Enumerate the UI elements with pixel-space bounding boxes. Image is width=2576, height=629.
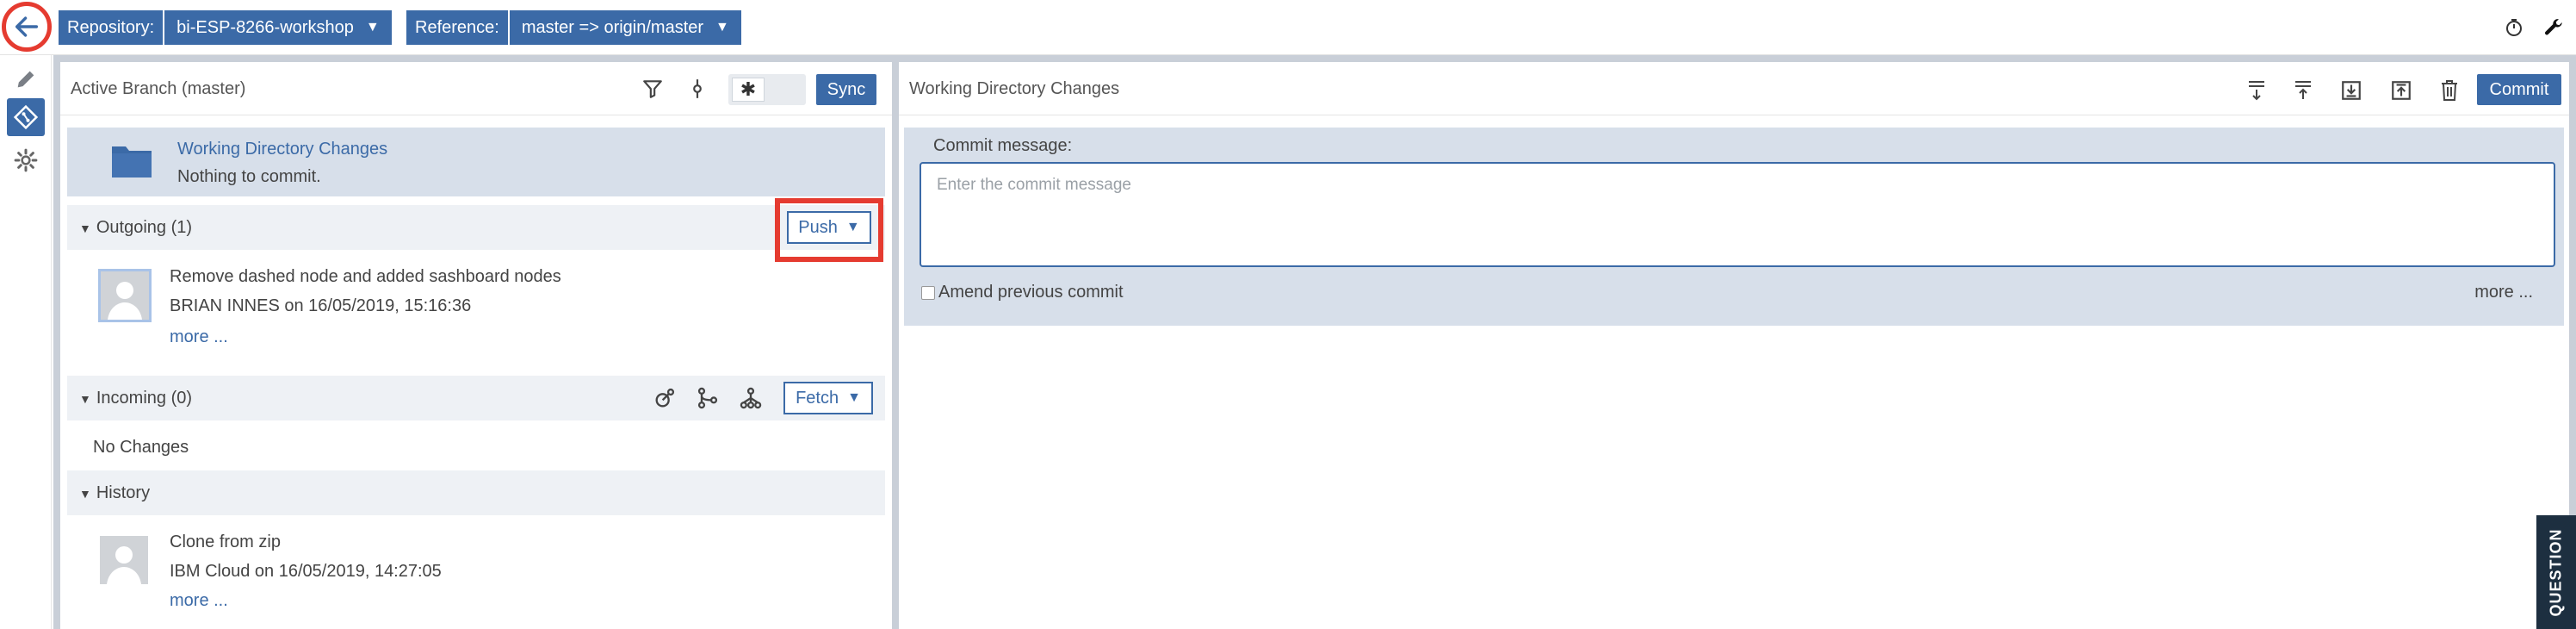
chevron-down-icon: ▼: [847, 390, 861, 405]
working-directory-status: Nothing to commit.: [177, 167, 321, 186]
active-branch-title: Active Branch (master): [71, 79, 246, 98]
timer-icon[interactable]: [2500, 14, 2528, 41]
history-label: History: [96, 483, 151, 502]
outgoing-label: Outgoing (1): [96, 218, 193, 237]
download-icon[interactable]: [2338, 78, 2364, 103]
triangle-down-icon: ▼: [79, 487, 91, 501]
history-more-link[interactable]: more ...: [170, 591, 228, 611]
commit-more-link[interactable]: more ...: [2474, 283, 2533, 302]
unstage-all-icon[interactable]: [2290, 78, 2316, 103]
gear-icon[interactable]: [7, 141, 45, 179]
commit-message-input[interactable]: [921, 164, 2554, 265]
history-commit-message: Clone from zip: [170, 532, 281, 551]
outgoing-more-link[interactable]: more ...: [170, 327, 228, 347]
fetch-button[interactable]: Fetch ▼: [783, 382, 873, 414]
fork-icon[interactable]: [737, 384, 765, 412]
incoming-empty-text: No Changes: [93, 438, 189, 457]
top-toolbar: Repository: bi-ESP-8266-workshop ▼ Refer…: [0, 0, 2576, 55]
asterisk-icon: ✱: [732, 78, 765, 102]
working-directory-changes-title: Working Directory Changes: [909, 79, 1120, 98]
commit-panel: Working Directory Changes Commit Commit …: [899, 62, 2569, 629]
reference-label: Reference:: [406, 10, 508, 45]
outgoing-commit-author: BRIAN INNES on 16/05/2019, 15:16:36: [170, 296, 472, 315]
avatar: [98, 269, 152, 322]
filter-icon[interactable]: [639, 75, 666, 103]
sync-button[interactable]: Sync: [816, 74, 876, 105]
triangle-down-icon: ▼: [79, 221, 91, 235]
chevron-down-icon: ▼: [715, 20, 729, 34]
avatar: [100, 536, 148, 584]
working-directory-title: Working Directory Changes: [177, 140, 388, 159]
history-commit-author: IBM Cloud on 16/05/2019, 14:27:05: [170, 562, 442, 581]
edit-pencil-icon[interactable]: [7, 60, 45, 98]
repository-label: Repository:: [59, 10, 164, 45]
stage-all-icon[interactable]: [2244, 78, 2269, 103]
branch-merge-icon[interactable]: [694, 384, 721, 412]
incoming-label: Incoming (0): [96, 389, 193, 408]
question-tab[interactable]: QUESTION: [2536, 515, 2576, 629]
commit-button[interactable]: Commit: [2477, 74, 2561, 105]
outgoing-section-header[interactable]: ▼ Outgoing (1): [67, 205, 885, 250]
repository-selector[interactable]: Repository: bi-ESP-8266-workshop ▼: [59, 10, 392, 45]
amend-label: Amend previous commit: [938, 283, 1124, 302]
commit-panel-header: Working Directory Changes Commit: [899, 62, 2569, 115]
panel-divider[interactable]: [892, 62, 899, 629]
view-toggle[interactable]: ✱: [728, 74, 806, 105]
commit-node-icon[interactable]: [684, 75, 711, 103]
outgoing-commit-message: Remove dashed node and added sashboard n…: [170, 267, 561, 286]
back-button[interactable]: [2, 2, 52, 52]
fetch-label: Fetch: [796, 388, 839, 408]
commit-message-field[interactable]: [920, 162, 2555, 267]
history-section-header[interactable]: ▼ History: [67, 470, 885, 515]
push-highlight-box: [775, 198, 883, 262]
reference-dropdown[interactable]: master => origin/master ▼: [509, 10, 741, 45]
trash-icon[interactable]: [2437, 78, 2462, 103]
upload-icon[interactable]: [2388, 78, 2414, 103]
wrench-icon[interactable]: [2540, 14, 2567, 41]
chevron-down-icon: ▼: [365, 20, 380, 34]
repository-value: bi-ESP-8266-workshop: [176, 17, 354, 37]
amend-row[interactable]: Amend previous commit: [921, 283, 1124, 302]
branch-panel-header: Active Branch (master) ✱ Sync: [60, 62, 892, 115]
folder-icon: [110, 141, 153, 184]
reference-selector[interactable]: Reference: master => origin/master ▼: [406, 10, 741, 45]
amend-checkbox[interactable]: [921, 285, 935, 300]
left-rail: [0, 55, 52, 629]
commit-message-label: Commit message:: [933, 136, 1073, 155]
repository-dropdown[interactable]: bi-ESP-8266-workshop ▼: [164, 10, 392, 45]
triangle-down-icon: ▼: [79, 392, 91, 406]
rebase-icon[interactable]: [651, 384, 678, 412]
reference-value: master => origin/master: [521, 17, 704, 37]
git-icon[interactable]: [7, 98, 45, 136]
arrow-left-icon: [15, 16, 39, 37]
question-tab-label: QUESTION: [2547, 527, 2565, 617]
branch-panel: Active Branch (master) ✱ Sync Working Di…: [60, 62, 892, 629]
